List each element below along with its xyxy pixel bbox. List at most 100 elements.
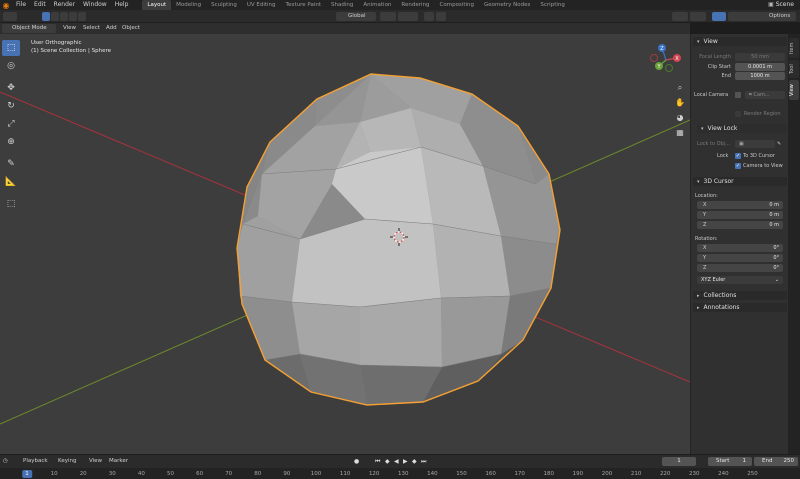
render-region-checkbox[interactable] — [735, 111, 741, 117]
selection-mode-difference-button[interactable] — [69, 12, 77, 21]
overlay-toggle[interactable] — [690, 12, 706, 21]
clip-end-field[interactable]: 1000 m — [735, 72, 785, 80]
menu-select[interactable]: Select — [83, 24, 100, 33]
3d-viewport[interactable]: X Y Z User Orthographic (1) Scene Collec… — [0, 34, 690, 454]
current-frame-field[interactable]: 1 — [662, 457, 696, 466]
frame-ruler[interactable]: 1 10 20 30 40 50 60 70 80 90 100 110 120 130 140 150 160… — [0, 468, 800, 479]
menu-render[interactable]: Render — [50, 0, 79, 10]
move-icon[interactable]: ✥ — [2, 80, 20, 96]
pivot-point-button[interactable] — [380, 12, 396, 21]
selection-mode-intersect-button[interactable] — [78, 12, 86, 21]
collections-panel-header[interactable]: ▸ Collections — [693, 291, 787, 300]
scale-icon[interactable]: ⤢ — [2, 116, 20, 132]
annotate-icon[interactable]: ✎ — [2, 156, 20, 172]
menu-keying[interactable]: Keying — [58, 457, 76, 466]
blender-logo-icon[interactable]: ◉ — [0, 0, 12, 10]
prev-keyframe-icon[interactable]: ◆ — [385, 457, 390, 466]
frame-tick: 70 — [225, 471, 233, 477]
eyedropper-icon[interactable]: ✎ — [777, 140, 781, 148]
tab-animation[interactable]: Animation — [358, 0, 396, 10]
lock-to-3d-cursor-checkbox[interactable]: ✓ — [735, 153, 741, 159]
tab-rendering[interactable]: Rendering — [396, 0, 434, 10]
editor-type-button[interactable] — [3, 12, 17, 21]
render-region-label: Render Region — [744, 111, 781, 117]
add-cube-icon[interactable]: ⬚ — [2, 196, 20, 212]
record-icon[interactable]: ● — [354, 457, 359, 466]
tab-scripting[interactable]: Scripting — [535, 0, 569, 10]
camera-to-view-checkbox[interactable]: ✓ — [735, 163, 741, 169]
play-reverse-icon[interactable]: ◀ — [394, 457, 399, 466]
start-value: 1 — [742, 458, 747, 464]
cursor-rotation-z-field[interactable]: Z 0° — [697, 264, 783, 272]
play-icon[interactable]: ▶ — [403, 457, 408, 466]
local-camera-field[interactable]: ⌗ Cam... — [745, 91, 785, 99]
view-panel-header[interactable]: ▾ View — [693, 37, 787, 46]
selection-mode-new-button[interactable] — [42, 12, 50, 21]
clip-start-label: Clip Start — [707, 64, 731, 70]
cursor-location-y-field[interactable]: Y 0 m — [697, 211, 783, 219]
cursor-rotation-x-field[interactable]: X 0° — [697, 244, 783, 252]
frame-tick: 100 — [310, 471, 322, 477]
scene-selector[interactable]: ▣ Scene — [768, 0, 794, 10]
clip-start-field[interactable]: 0.0001 m — [735, 63, 785, 71]
snap-button[interactable] — [398, 12, 418, 21]
gizmo-x-label: X — [675, 56, 679, 62]
annotations-panel-header[interactable]: ▸ Annotations — [693, 303, 787, 312]
menu-file[interactable]: File — [12, 0, 30, 10]
jump-end-icon[interactable]: ⏭ — [421, 457, 426, 466]
select-box-icon[interactable]: ⬚ — [2, 40, 20, 56]
focal-length-field[interactable]: 50 mm — [735, 53, 785, 61]
selection-mode-extend-button[interactable] — [51, 12, 59, 21]
cursor-location-x-field[interactable]: X 0 m — [697, 201, 783, 209]
next-keyframe-icon[interactable]: ◆ — [412, 457, 417, 466]
tab-layout[interactable]: Layout — [142, 0, 172, 10]
xray-toggle[interactable] — [712, 12, 726, 21]
cursor-rotation-y-field[interactable]: Y 0° — [697, 254, 783, 262]
menu-add[interactable]: Add — [106, 24, 117, 33]
cursor-location-z-field[interactable]: Z 0 m — [697, 221, 783, 229]
proportional-falloff-button[interactable] — [436, 12, 446, 21]
camera-view-icon[interactable]: ◕ — [674, 111, 686, 123]
proportional-editing-button[interactable] — [424, 12, 434, 21]
transform-icon[interactable]: ⊕ — [2, 134, 20, 150]
cursor-icon[interactable]: ◎ — [2, 58, 20, 74]
zoom-icon[interactable]: ⌕ — [674, 82, 686, 94]
tab-sculpting[interactable]: Sculpting — [206, 0, 242, 10]
selection-mode-subtract-button[interactable] — [60, 12, 68, 21]
tab-texture-paint[interactable]: Texture Paint — [281, 0, 327, 10]
tab-view[interactable]: View — [789, 80, 799, 100]
tab-modeling[interactable]: Modeling — [171, 0, 206, 10]
jump-start-icon[interactable]: ⏮ — [375, 457, 380, 466]
menu-playback[interactable]: Playback — [23, 457, 48, 466]
timeline-editor-icon[interactable]: ◷ — [3, 457, 8, 466]
tab-tool[interactable]: Tool — [789, 60, 799, 78]
perspective-grid-icon[interactable]: ▦ — [674, 126, 686, 138]
local-camera-label: Local Camera — [694, 92, 729, 98]
menu-timeline-view[interactable]: View — [89, 457, 102, 466]
menu-view[interactable]: View — [63, 24, 76, 33]
viewport-gizmo-toggle[interactable] — [672, 12, 688, 21]
tab-uv-editing[interactable]: UV Editing — [242, 0, 281, 10]
menu-window[interactable]: Window — [79, 0, 111, 10]
rotate-icon[interactable]: ↻ — [2, 98, 20, 114]
menu-help[interactable]: Help — [111, 0, 133, 10]
end-frame-field[interactable]: End 250 — [754, 457, 798, 466]
local-camera-checkbox[interactable] — [735, 92, 741, 98]
tab-item[interactable]: Item — [789, 38, 799, 58]
tab-compositing[interactable]: Compositing — [435, 0, 479, 10]
start-frame-field[interactable]: Start 1 — [708, 457, 752, 466]
local-camera-value: Cam... — [753, 92, 770, 98]
rotation-mode-dropdown[interactable]: XYZ Euler ⌄ — [697, 276, 783, 284]
pan-hand-icon[interactable]: ✋ — [674, 96, 686, 108]
menu-marker[interactable]: Marker — [109, 457, 128, 466]
lock-to-object-field[interactable]: ▣ — [735, 140, 775, 148]
viewport-scene[interactable]: X Y Z — [0, 34, 690, 454]
menu-edit[interactable]: Edit — [30, 0, 50, 10]
menu-object[interactable]: Object — [122, 24, 140, 33]
tab-shading[interactable]: Shading — [326, 0, 358, 10]
view-lock-panel-header[interactable]: ▾ View Lock — [697, 124, 787, 133]
3d-cursor-panel-header[interactable]: ▾ 3D Cursor — [693, 177, 787, 186]
measure-icon[interactable]: 📐 — [2, 174, 20, 190]
tab-geometry-nodes[interactable]: Geometry Nodes — [479, 0, 535, 10]
shading-mode-buttons[interactable] — [728, 12, 768, 21]
